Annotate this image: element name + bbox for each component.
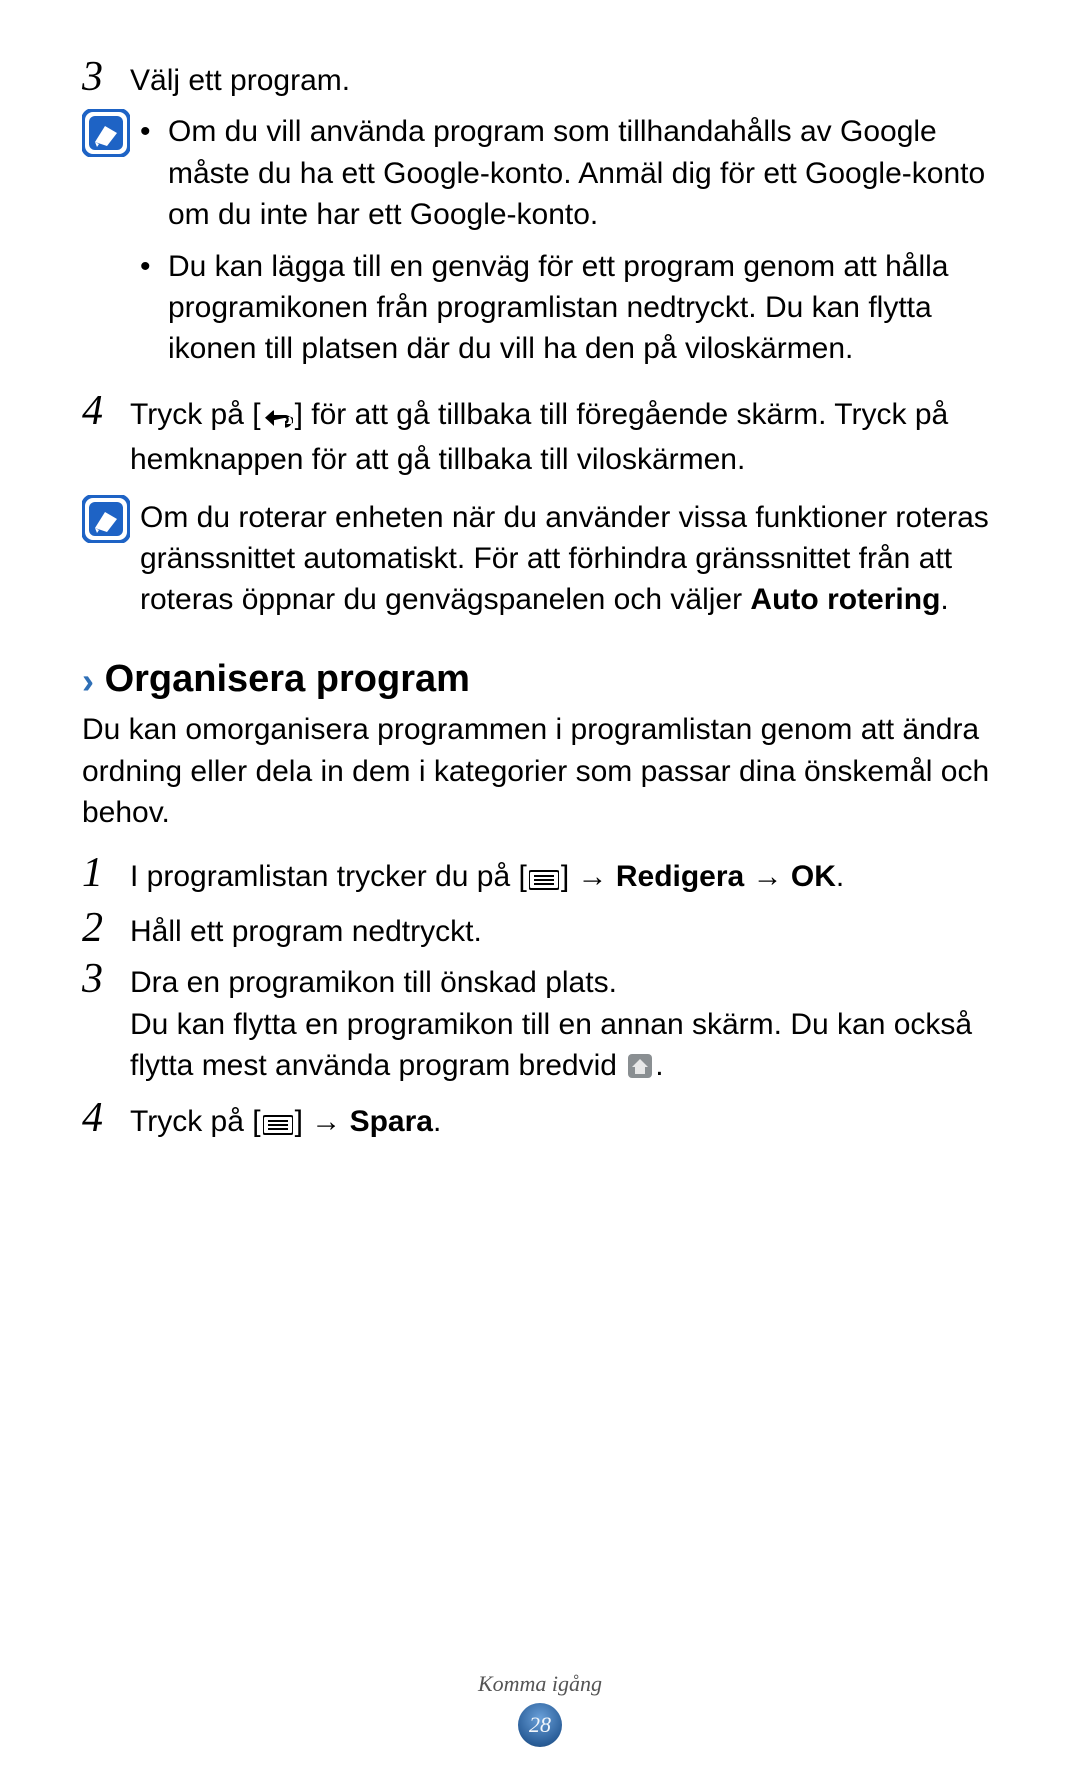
text-part: Tryck på [ [130,398,261,431]
step-4-top: 4 Tryck på [] för att gå tillbaka till f… [82,390,998,481]
page-number-badge: 28 [518,1703,562,1747]
section-intro: Du kan omorganisera programmen i program… [82,709,998,833]
page-footer: Komma igång 28 [0,1669,1080,1747]
bold-text: Redigera [616,860,744,893]
text-part: ] → [561,860,616,893]
step-text: Tryck på [] för att gå tillbaka till för… [130,390,998,481]
note-icon [82,495,130,543]
line1: Dra en programikon till önskad plats. [130,962,998,1003]
note1-bullet-1: Om du vill använda program som tillhanda… [140,111,998,235]
note-block-2: Om du roterar enheten när du använder vi… [82,495,998,621]
bold-text: Auto rotering [750,583,940,616]
text-part: . [836,860,844,893]
page: 3 Välj ett program. Om du vill använda p… [0,0,1080,1771]
step-number: 1 [82,852,130,894]
note-body: Om du vill använda program som tillhanda… [130,109,998,379]
bold-text: OK [791,860,836,893]
text-part: ] → [295,1105,350,1138]
step-number: 4 [82,390,130,432]
step-3-top: 3 Välj ett program. [82,56,998,101]
step-number: 3 [82,56,130,98]
note-icon [82,109,130,157]
heading-text: Organisera program [105,658,470,700]
step-number: 4 [82,1097,130,1139]
step-number: 2 [82,907,130,949]
step-text: Välj ett program. [130,56,998,101]
note1-bullet-2: Du kan lägga till en genväg för ett prog… [140,246,998,370]
home-icon [627,1049,653,1090]
note-block-1: Om du vill använda program som tillhanda… [82,109,998,379]
menu-icon [263,1105,293,1146]
text-part: . [940,583,948,616]
back-icon [263,398,293,439]
chevron-icon: › [82,660,94,701]
sec-step-4: 4 Tryck på [ ] → Spara. [82,1097,998,1146]
text-part: → [744,860,791,893]
text-part: Du kan flytta en programikon till en ann… [130,1008,972,1082]
step-text: Dra en programikon till önskad plats. Du… [130,958,998,1090]
bold-text: Spara [350,1105,433,1138]
text-part: . [655,1049,663,1082]
section-heading: › Organisera program [82,653,998,706]
sec-step-1: 1 I programlistan trycker du på [ ] → Red… [82,852,998,901]
menu-icon [529,860,559,901]
line2: Du kan flytta en programikon till en ann… [130,1004,998,1091]
note-body: Om du roterar enheten när du använder vi… [130,495,998,621]
text-part: . [433,1105,441,1138]
footer-section-title: Komma igång [0,1669,1080,1699]
step-text: Tryck på [ ] → Spara. [130,1097,998,1146]
text-part: I programlistan trycker du på [ [130,860,527,893]
text-part: Tryck på [ [130,1105,261,1138]
step-number: 3 [82,958,130,1000]
step-text: I programlistan trycker du på [ ] → Redig… [130,852,998,901]
sec-step-2: 2 Håll ett program nedtryckt. [82,907,998,952]
step-text: Håll ett program nedtryckt. [130,907,998,952]
sec-step-3: 3 Dra en programikon till önskad plats. … [82,958,998,1090]
